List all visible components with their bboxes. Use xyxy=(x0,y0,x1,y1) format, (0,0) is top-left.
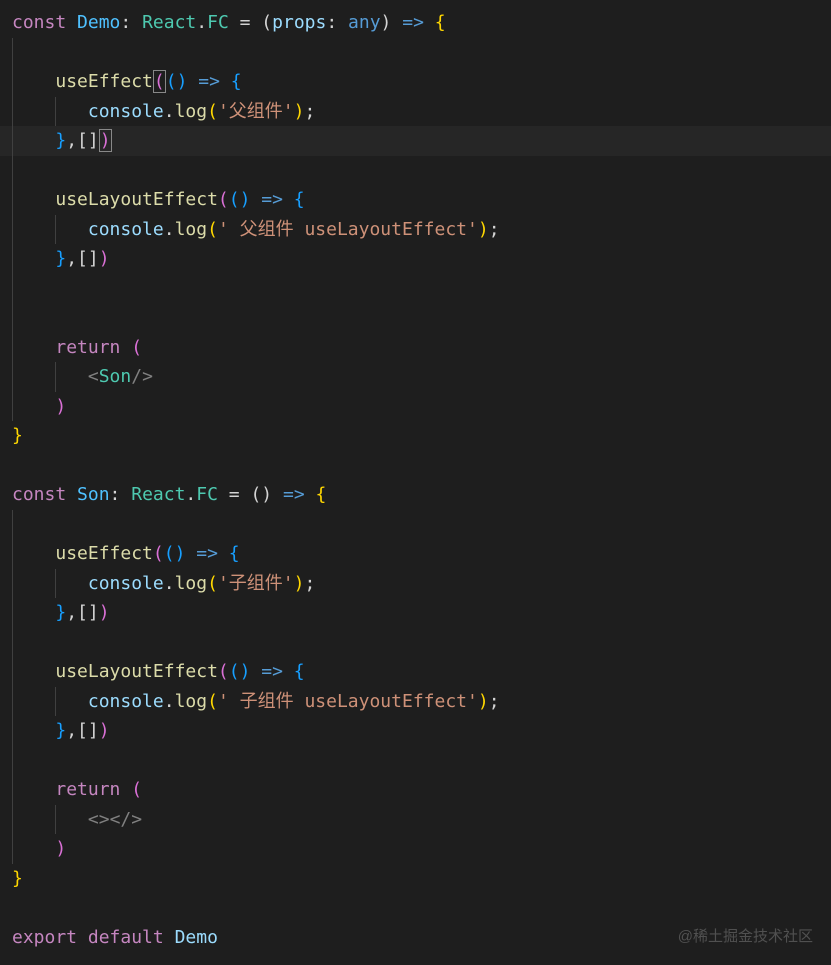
type-fc: FC xyxy=(207,12,229,33)
code-line: console.log(' 子组件 useLayoutEffect'); xyxy=(12,687,819,717)
code-line: return ( xyxy=(12,333,819,363)
code-line: useEffect(() => { xyxy=(12,539,819,569)
var-demo-ref: Demo xyxy=(175,927,218,948)
code-line: return ( xyxy=(12,775,819,805)
code-line xyxy=(12,156,819,186)
param-props: props xyxy=(272,12,326,33)
jsx-tag-son: Son xyxy=(99,366,132,387)
code-line: const Demo: React.FC = (props: any) => { xyxy=(12,8,819,38)
obj-console: console xyxy=(88,101,164,122)
string-literal: '父组件' xyxy=(218,101,294,122)
code-line xyxy=(12,510,819,540)
code-line: },[]) xyxy=(12,598,819,628)
code-line: ) xyxy=(12,392,819,422)
code-line: console.log('父组件'); xyxy=(12,97,819,127)
code-line: <></> xyxy=(12,805,819,835)
keyword-const: const xyxy=(12,484,66,505)
func-uselayouteffect: useLayoutEffect xyxy=(55,189,218,210)
bracket-highlight: ) xyxy=(99,129,112,152)
code-editor[interactable]: const Demo: React.FC = (props: any) => {… xyxy=(0,0,831,960)
var-son: Son xyxy=(77,484,110,505)
keyword-export: export xyxy=(12,927,77,948)
code-line: } xyxy=(12,864,819,894)
code-line: <Son/> xyxy=(12,362,819,392)
code-line: console.log(' 父组件 useLayoutEffect'); xyxy=(12,215,819,245)
code-line: console.log('子组件'); xyxy=(12,569,819,599)
keyword-return: return xyxy=(55,337,120,358)
code-line: ) xyxy=(12,834,819,864)
code-line xyxy=(12,274,819,304)
type-any: any xyxy=(348,12,381,33)
code-line-active: },[]) xyxy=(0,126,831,156)
code-line: const Son: React.FC = () => { xyxy=(12,480,819,510)
keyword-default: default xyxy=(88,927,164,948)
type-react: React xyxy=(142,12,196,33)
code-line xyxy=(12,893,819,923)
keyword-const: const xyxy=(12,12,66,33)
string-literal: ' 子组件 useLayoutEffect' xyxy=(218,691,478,712)
code-line: useLayoutEffect(() => { xyxy=(12,657,819,687)
code-line xyxy=(12,451,819,481)
code-line xyxy=(12,746,819,776)
func-log: log xyxy=(175,101,208,122)
code-line xyxy=(12,38,819,68)
watermark: @稀土掘金技术社区 xyxy=(678,925,813,950)
code-line: useLayoutEffect(() => { xyxy=(12,185,819,215)
var-demo: Demo xyxy=(77,12,120,33)
func-useeffect: useEffect xyxy=(55,71,153,92)
code-line xyxy=(12,303,819,333)
string-literal: '子组件' xyxy=(218,573,294,594)
code-line xyxy=(12,628,819,658)
code-line: } xyxy=(12,421,819,451)
jsx-fragment: <> xyxy=(88,809,110,830)
string-literal: ' 父组件 useLayoutEffect' xyxy=(218,219,478,240)
bracket-highlight: ( xyxy=(153,70,166,93)
code-line: },[]) xyxy=(12,244,819,274)
code-line: },[]) xyxy=(12,716,819,746)
code-line: useEffect(() => { xyxy=(12,67,819,97)
